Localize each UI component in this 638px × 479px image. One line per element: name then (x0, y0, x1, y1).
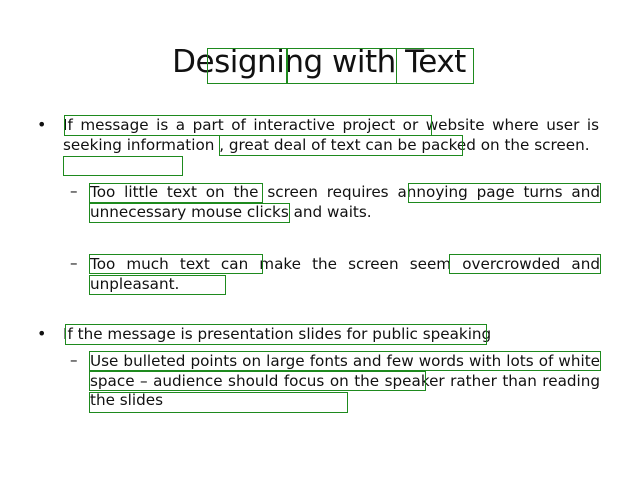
text-highlight-box (89, 183, 263, 203)
text-highlight-box (89, 254, 263, 274)
text-highlight-box (64, 115, 432, 136)
text-highlight-box (63, 156, 183, 176)
sub-bullet-marker: – (70, 182, 78, 200)
text-highlight-box (65, 324, 487, 345)
text-highlight-box (89, 203, 290, 223)
text-highlight-box (219, 135, 463, 156)
text-highlight-box (408, 183, 601, 203)
text-highlight-box (207, 48, 288, 84)
text-highlight-box (396, 48, 474, 84)
text-highlight-box (286, 48, 397, 84)
text-highlight-box (89, 371, 426, 391)
bullet-marker: • (37, 324, 47, 343)
text-highlight-box (89, 351, 601, 371)
text-highlight-box (89, 392, 348, 413)
sub-bullet-marker: – (70, 351, 78, 369)
text-highlight-box (89, 275, 226, 295)
slide: Designing with Text • If message is a pa… (0, 0, 638, 479)
bullet-marker: • (37, 115, 47, 134)
text-highlight-box (449, 254, 601, 274)
sub-bullet-marker: – (70, 254, 78, 272)
